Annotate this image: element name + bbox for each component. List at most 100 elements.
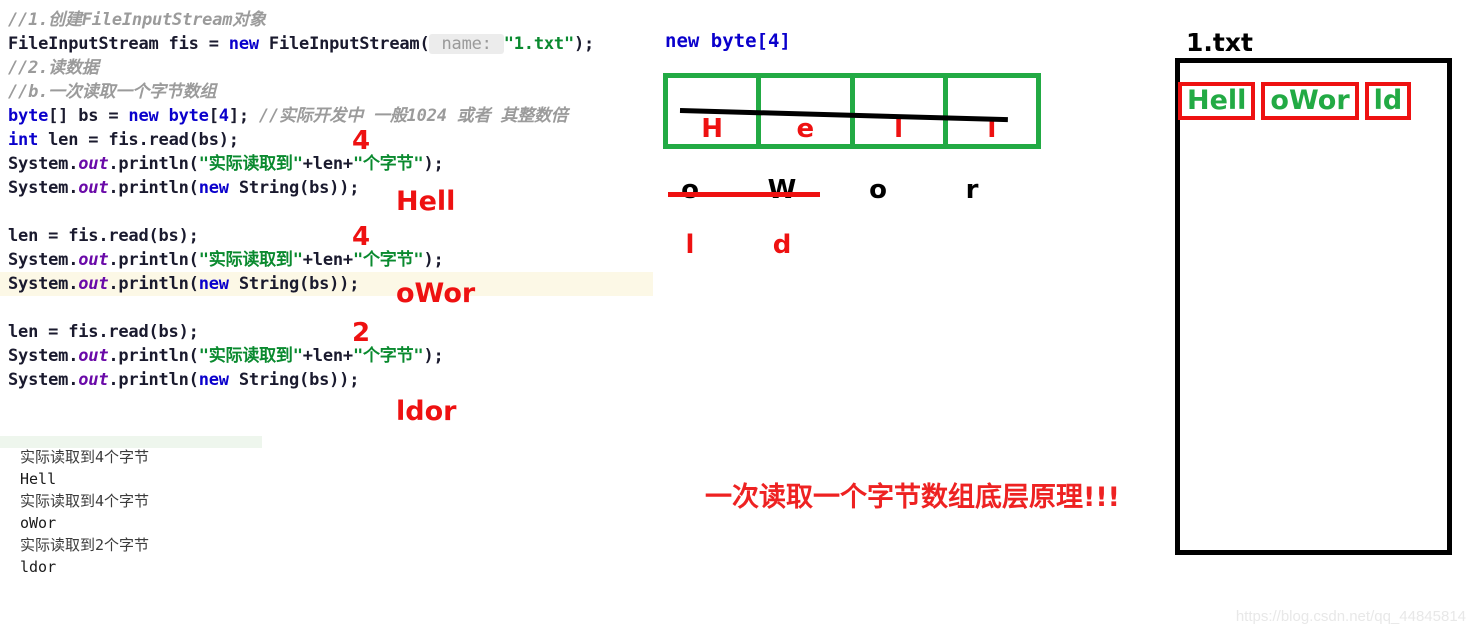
code-token-plain: +len+ <box>302 250 353 270</box>
code-token-str: "实际读取到" <box>198 250 303 270</box>
code-token-kw: new <box>128 106 159 126</box>
code-line[interactable]: //b.一次读取一个字节数组 <box>8 80 216 104</box>
code-token-fld: out <box>78 346 109 366</box>
code-token-plain: +len+ <box>302 346 353 366</box>
code-line[interactable]: System.out.println(new String(bs)); <box>8 176 359 200</box>
red-annotation: Hell <box>396 186 456 217</box>
code-line[interactable]: System.out.println("实际读取到"+len+"个字节"); <box>8 248 444 272</box>
byte-array-cell: l <box>948 78 1036 144</box>
code-token-plain: String(bs)); <box>228 178 360 198</box>
code-line[interactable]: //1.创建FileInputStream对象 <box>8 8 266 32</box>
code-token-num: 4 <box>218 106 229 126</box>
code-token-kw: new <box>228 34 259 54</box>
file-chunk-list: Hell oWor ld <box>1178 82 1412 120</box>
code-token-str: "个字节" <box>352 154 424 174</box>
console-line: 实际读取到2个字节 <box>20 536 150 554</box>
code-line[interactable]: len = fis.read(bs); <box>8 224 199 248</box>
read-char-red: d <box>772 230 792 260</box>
code-token-plain: ); <box>423 346 444 366</box>
code-token-plain: +len+ <box>302 154 353 174</box>
code-token-kw: new <box>198 370 229 390</box>
code-token-plain: System. <box>8 346 79 366</box>
code-token-plain: ); <box>573 34 595 54</box>
console-line: Hell <box>20 470 57 488</box>
code-token-plain: FileInputStream fis = <box>8 34 229 54</box>
code-token-plain: System. <box>8 178 79 198</box>
code-token-cmt: //b.一次读取一个字节数组 <box>8 82 217 102</box>
code-token-fld: out <box>78 274 109 294</box>
code-token-fld: out <box>78 178 109 198</box>
code-line[interactable]: //2.读数据 <box>8 56 99 80</box>
code-token-fld: out <box>78 370 109 390</box>
read-char-black: o <box>681 175 699 205</box>
console-line: 实际读取到4个字节 <box>20 448 150 466</box>
code-line[interactable]: FileInputStream fis = new FileInputStrea… <box>8 32 594 56</box>
code-token-plain: .println( <box>108 178 199 198</box>
code-token-str: "1.txt" <box>503 34 574 54</box>
red-annotation: 2 <box>352 318 371 348</box>
code-token-kw: new <box>198 274 229 294</box>
code-token-plain: .println( <box>108 370 199 390</box>
byte-array-cell: l <box>855 78 948 144</box>
code-token-fld: out <box>78 250 109 270</box>
code-token-plain: .println( <box>108 154 199 174</box>
code-token-cmt: //实际开发中 一般1024 或者 其整数倍 <box>258 106 568 126</box>
red-annotation: oWor <box>396 278 476 309</box>
read-char-black: o <box>869 175 887 205</box>
code-token-plain: .println( <box>108 274 199 294</box>
code-token-hint: name: <box>429 34 504 54</box>
code-token-str: "实际读取到" <box>198 346 303 366</box>
red-strikethrough-line <box>668 192 820 197</box>
diagram-caption: 一次读取一个字节数组底层原理!!! <box>705 482 1120 513</box>
code-token-plain: len = fis.read(bs); <box>8 322 199 342</box>
code-token-str: "个字节" <box>352 346 424 366</box>
code-line[interactable]: System.out.println(new String(bs)); <box>0 272 653 296</box>
code-token-kw: new <box>198 178 229 198</box>
red-annotation: 4 <box>352 126 371 156</box>
code-line[interactable]: System.out.println("实际读取到"+len+"个字节"); <box>8 344 444 368</box>
code-token-plain: .println( <box>108 250 199 270</box>
watermark: https://blog.csdn.net/qq_44845814 <box>1235 608 1466 625</box>
code-token-kw: byte <box>8 106 49 126</box>
read-char-black: W <box>767 175 797 205</box>
code-token-plain: String(bs)); <box>228 274 360 294</box>
screenshot-root: //1.创建FileInputStream对象 FileInputStream f… <box>0 0 1474 633</box>
code-token-plain: System. <box>8 250 79 270</box>
console-line: oWor <box>20 514 57 532</box>
code-token-plain: String(bs)); <box>228 370 360 390</box>
file-title: 1.txt <box>1186 28 1253 57</box>
code-token-plain: System. <box>8 274 79 294</box>
code-token-plain: len = fis.read(bs); <box>8 226 199 246</box>
code-token-str: "个字节" <box>352 250 424 270</box>
code-token-plain: System. <box>8 370 79 390</box>
file-content-box <box>1175 58 1452 555</box>
code-token-plain: System. <box>8 154 79 174</box>
console-line: 实际读取到4个字节 <box>20 492 150 510</box>
code-token-plain: ]; <box>228 106 259 126</box>
code-token-cmt: //1.创建FileInputStream对象 <box>8 10 266 30</box>
red-annotation: 4 <box>352 222 371 252</box>
code-token-kw: byte <box>168 106 209 126</box>
code-line[interactable]: System.out.println(new String(bs)); <box>8 368 359 392</box>
code-editor-pane[interactable]: //1.创建FileInputStream对象 FileInputStream f… <box>0 0 660 420</box>
read-char-red: l <box>685 230 695 260</box>
code-line[interactable]: System.out.println("实际读取到"+len+"个字节"); <box>8 152 444 176</box>
code-line[interactable]: int len = fis.read(bs); <box>8 128 239 152</box>
code-token-fld: out <box>78 154 109 174</box>
code-token-plain: .println( <box>108 346 199 366</box>
code-token-plain: [] bs = <box>48 106 129 126</box>
code-line[interactable]: byte[] bs = new byte[4]; //实际开发中 一般1024 … <box>8 104 568 128</box>
code-line[interactable]: len = fis.read(bs); <box>8 320 199 344</box>
code-token-cmt: //2.读数据 <box>8 58 99 78</box>
byte-array-label: new byte[4] <box>665 30 791 52</box>
code-token-str: "实际读取到" <box>198 154 303 174</box>
file-chunk: Hell <box>1178 82 1256 120</box>
code-token-plain: len = fis.read(bs); <box>38 130 239 150</box>
code-token-plain: [ <box>208 106 219 126</box>
file-chunk: oWor <box>1261 82 1359 120</box>
byte-array-cell-char: H <box>701 114 723 144</box>
code-token-kw: int <box>8 130 39 150</box>
code-token-plain: FileInputStream( <box>258 34 430 54</box>
read-char-black: r <box>965 175 979 205</box>
